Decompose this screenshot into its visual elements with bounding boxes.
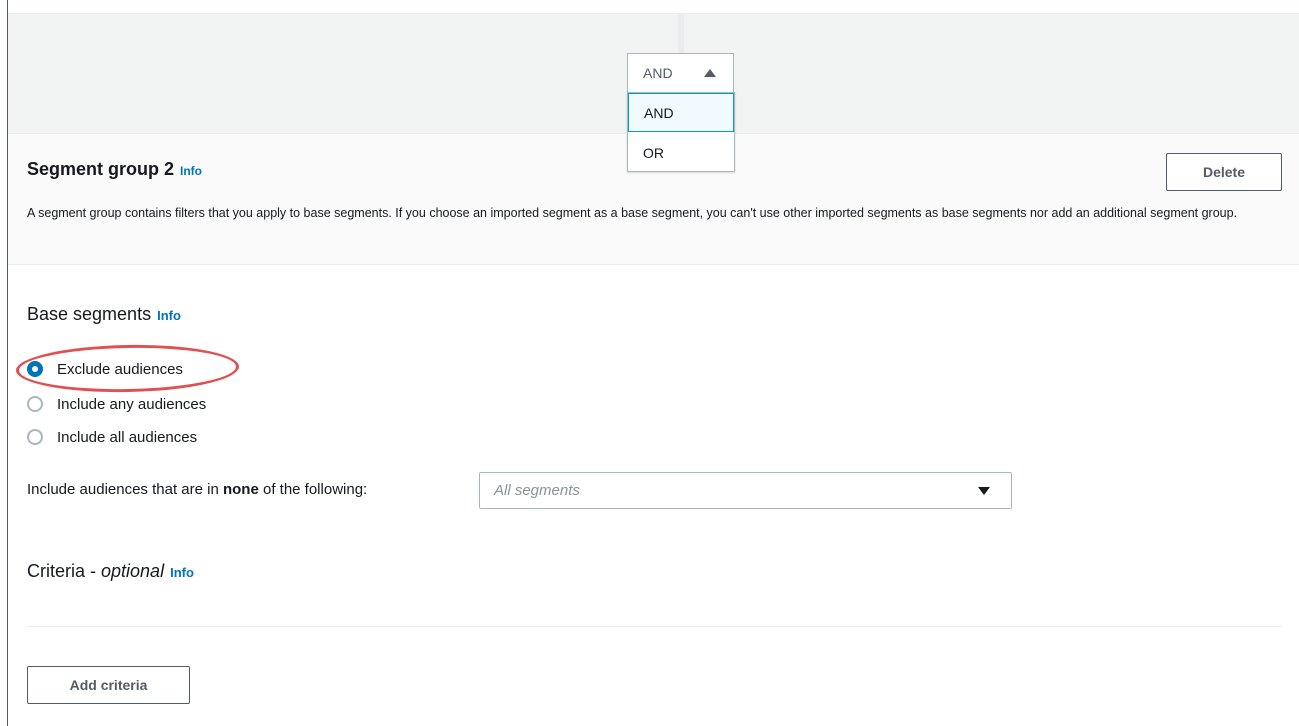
filter-label-bold: none [222,481,259,498]
radio-include-any-audiences[interactable]: Include any audiences [27,393,206,415]
operator-option-and[interactable]: AND [628,93,734,132]
divider [27,626,1282,627]
base-segments-title: Base segments [27,304,152,324]
operator-select[interactable]: AND [627,53,734,93]
criteria-heading: Criteria - optional Info [27,560,194,584]
caret-up-icon [704,69,716,77]
base-segments-heading: Base segments Info [27,303,181,327]
radio-exclude-audiences[interactable]: Exclude audiences [27,358,183,380]
connector-line [678,13,684,53]
segment-group-info-link[interactable]: Info [180,164,202,178]
page-title: Segment group 2 Info [27,158,202,182]
base-segments-info-link[interactable]: Info [157,308,181,323]
radio-label: Include any audiences [57,395,207,413]
criteria-info-link[interactable]: Info [170,565,194,580]
filter-label-prefix: Include audiences that are in [27,481,223,498]
segments-select-placeholder: All segments [494,482,580,499]
radio-include-all-audiences[interactable]: Include all audiences [27,426,197,448]
radio-checked-icon[interactable] [27,361,43,377]
operator-option-or[interactable]: OR [628,133,734,172]
operator-select-value: AND [643,65,673,81]
delete-button[interactable]: Delete [1166,153,1282,191]
segments-select[interactable]: All segments [479,472,1012,509]
radio-label: Exclude audiences [57,360,183,378]
segment-filter-label: Include audiences that are in none of th… [27,480,367,500]
operator-menu: AND OR [627,92,735,172]
radio-unchecked-icon[interactable] [27,429,43,445]
radio-label: Include all audiences [57,428,198,446]
criteria-title-prefix: Criteria - [27,561,102,581]
segment-group-description: A segment group contains filters that yo… [27,206,1238,220]
segment-group-title: Segment group 2 [27,159,175,179]
criteria-title-optional: optional [101,561,165,581]
radio-unchecked-icon[interactable] [27,396,43,412]
filter-label-suffix: of the following: [258,481,368,498]
add-criteria-button[interactable]: Add criteria [27,666,190,704]
caret-down-icon [978,487,990,495]
